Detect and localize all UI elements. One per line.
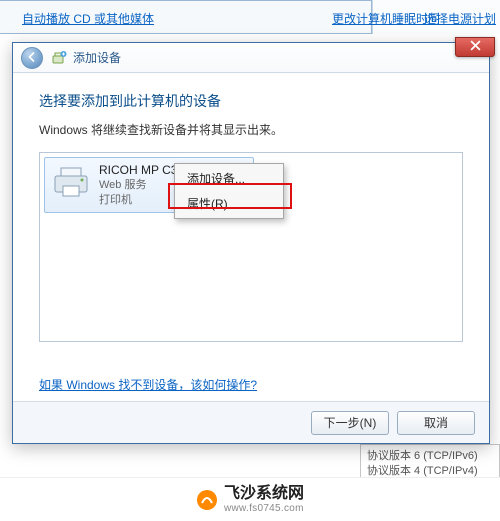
back-arrow-icon xyxy=(27,51,37,65)
site-watermark: 飞沙系统网 www.fs0745.com xyxy=(0,477,500,521)
add-device-dialog: 添加设备 选择要添加到此计算机的设备 Windows 将继续查找新设备并将其显示… xyxy=(12,42,490,444)
context-menu-properties[interactable]: 属性(R) xyxy=(177,191,281,216)
watermark-logo-icon xyxy=(196,489,218,511)
dialog-title: 添加设备 xyxy=(73,49,121,66)
help-link[interactable]: 如果 Windows 找不到设备，该如何操作? xyxy=(39,376,257,393)
close-icon xyxy=(470,40,481,54)
autoplay-link[interactable]: 自动播放 CD 或其他媒体 xyxy=(22,10,154,27)
cancel-button[interactable]: 取消 xyxy=(397,411,475,435)
bg-network-line1: 协议版本 6 (TCP/IPv6) xyxy=(367,449,493,464)
add-device-icon xyxy=(51,50,67,66)
back-button[interactable] xyxy=(21,47,43,69)
dialog-subtext: Windows 将继续查找新设备并将其显示出来。 xyxy=(39,121,463,138)
device-list: RICOH MP C3503 Web 服务 打印机 添加设备... 属性(R) xyxy=(39,152,463,342)
dialog-heading: 选择要添加到此计算机的设备 xyxy=(39,91,463,111)
watermark-en: www.fs0745.com xyxy=(224,503,304,514)
context-menu-add-device[interactable]: 添加设备... xyxy=(177,166,281,191)
dialog-titlebar: 添加设备 xyxy=(13,43,489,73)
power-plan-link[interactable]: 选择电源计划 xyxy=(424,10,496,27)
next-button[interactable]: 下一步(N) xyxy=(311,411,389,435)
watermark-cn: 飞沙系统网 xyxy=(224,485,304,503)
watermark-text: 飞沙系统网 www.fs0745.com xyxy=(224,485,304,514)
printer-icon xyxy=(49,162,93,202)
dialog-footer: 下一步(N) 取消 xyxy=(13,401,489,443)
context-menu: 添加设备... 属性(R) xyxy=(174,163,284,219)
close-button[interactable] xyxy=(455,37,495,57)
dialog-body: 选择要添加到此计算机的设备 Windows 将继续查找新设备并将其显示出来。 R… xyxy=(13,73,489,401)
